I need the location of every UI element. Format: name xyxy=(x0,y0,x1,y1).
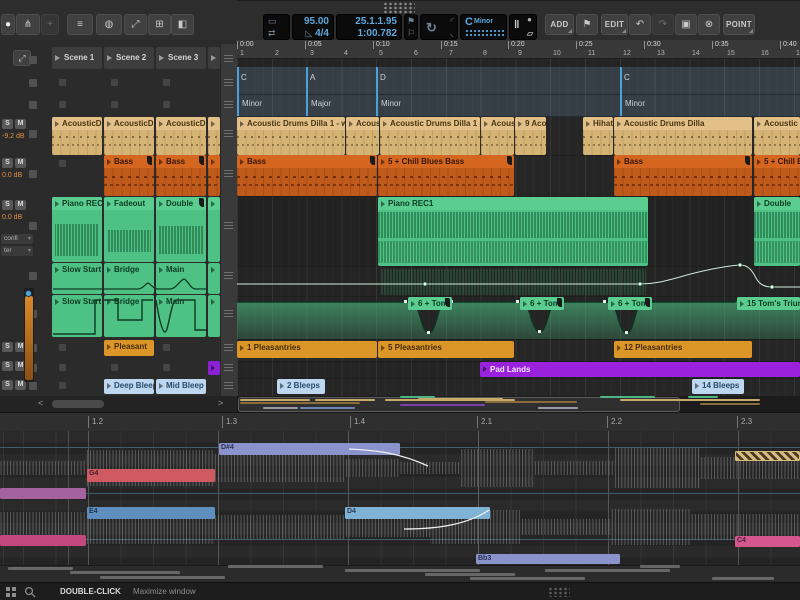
overview-note-bar xyxy=(100,576,225,579)
overview-note-bar xyxy=(8,567,73,570)
overview-note-bar xyxy=(470,577,585,580)
overview-note-bar xyxy=(70,571,180,574)
overview-note-bars xyxy=(0,0,800,600)
overview-note-bar xyxy=(425,573,515,576)
bitwig-main-window: ● ⋔ + ≡ ◍ ⤢ ⊞ ◧ ▭ ⇄ 95.00 ◺ 4/4 25.1.1.9… xyxy=(0,0,800,600)
overview-note-bar xyxy=(345,569,480,572)
status-bar: DOUBLE-CLICK Maximize window xyxy=(0,582,800,600)
zoom-tool-icon[interactable] xyxy=(24,586,36,598)
status-hint-text: Maximize window xyxy=(133,587,196,596)
status-hint-key: DOUBLE-CLICK xyxy=(60,587,121,596)
overview-note-bar xyxy=(545,569,670,572)
status-dots-handle[interactable] xyxy=(548,587,570,597)
overview-note-bar xyxy=(228,565,323,568)
overview-note-bar xyxy=(640,565,680,568)
overview-note-bar xyxy=(712,577,774,580)
grid-tool-icon[interactable] xyxy=(6,587,16,597)
